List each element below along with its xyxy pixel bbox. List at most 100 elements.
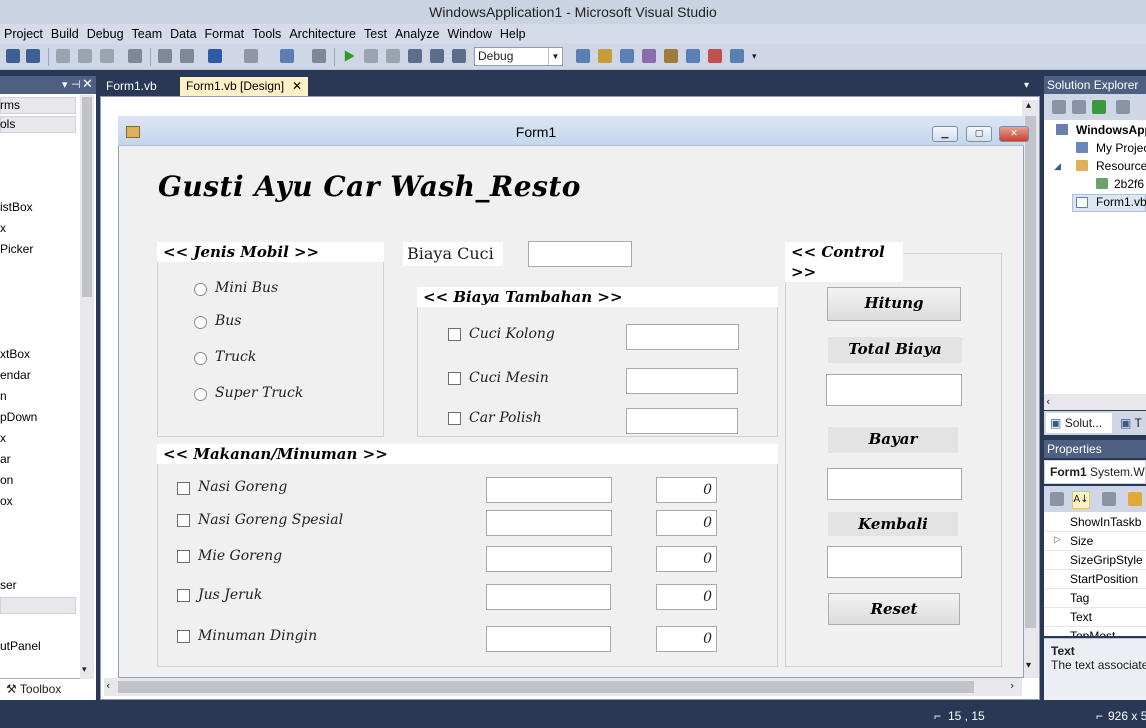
maximize-icon[interactable]: ▢ (966, 126, 992, 142)
radio-truck[interactable] (194, 352, 207, 365)
scroll-thumb[interactable] (82, 97, 92, 297)
toolbox-item[interactable]: utPanel (0, 639, 41, 653)
resources-node[interactable]: Resources (1096, 159, 1146, 173)
properties-object-select[interactable]: Form1 System.Wi (1044, 460, 1146, 484)
menu-format[interactable]: Format (203, 27, 251, 41)
toolbox-item[interactable]: on (0, 473, 13, 487)
project-node[interactable]: WindowsApp (1076, 123, 1146, 137)
step-out-icon[interactable] (452, 49, 466, 63)
menu-window[interactable]: Window (445, 27, 497, 41)
command-window-icon[interactable] (730, 49, 744, 63)
bayar-input[interactable] (827, 468, 962, 500)
nasi-goreng-qty-input[interactable]: 0 (656, 477, 717, 503)
scroll-right-icon[interactable]: › (1010, 679, 1014, 692)
undo-icon[interactable] (208, 49, 222, 63)
property-row[interactable]: Tag (1044, 589, 1146, 608)
toolbar-overflow-icon[interactable]: ▾ (752, 52, 757, 62)
property-row[interactable]: SizeGripStyle (1044, 551, 1146, 570)
expand-icon[interactable]: ◢ (1054, 161, 1061, 172)
cuci-mesin-input[interactable] (626, 368, 738, 394)
checkbox-jus-jeruk[interactable] (177, 589, 190, 602)
total-biaya-input[interactable] (826, 374, 962, 406)
close-icon[interactable]: ✕ (82, 76, 93, 94)
checkbox-cuci-kolong[interactable] (448, 328, 461, 341)
solution-explorer-icon[interactable] (598, 49, 612, 63)
nasi-goreng-price-input[interactable] (486, 477, 612, 503)
radio-bus[interactable] (194, 316, 207, 329)
events-icon[interactable] (1128, 492, 1142, 506)
toolbox-item[interactable]: x (0, 221, 6, 235)
toolbox-scrollbar[interactable]: ▾ (80, 95, 94, 679)
save-icon[interactable] (6, 49, 20, 63)
toolbox-item[interactable]: ox (0, 494, 13, 508)
close-icon[interactable]: ✕ (292, 77, 302, 96)
menu-debug[interactable]: Debug (85, 27, 130, 41)
cuci-kolong-input[interactable] (626, 324, 739, 350)
scroll-left-icon[interactable]: ‹ (106, 679, 110, 692)
property-row[interactable]: TopMost (1044, 627, 1146, 636)
menu-build[interactable]: Build (49, 27, 85, 41)
solution-config-select[interactable]: Debug ▼ (474, 47, 563, 66)
toolbox-icon[interactable] (664, 49, 678, 63)
mie-goreng-price-input[interactable] (486, 546, 612, 572)
delete-icon[interactable] (128, 49, 142, 63)
menu-analyze[interactable]: Analyze (393, 27, 445, 41)
properties-icon[interactable] (1102, 492, 1116, 506)
cut-icon[interactable] (56, 49, 70, 63)
property-row[interactable]: StartPosition (1044, 570, 1146, 589)
save-all-icon[interactable] (26, 49, 40, 63)
vscroll-thumb[interactable] (1025, 116, 1036, 628)
redo-icon[interactable] (244, 49, 258, 63)
paste-icon[interactable] (100, 49, 114, 63)
comment-icon[interactable] (158, 49, 172, 63)
menu-test[interactable]: Test (362, 27, 393, 41)
step-over-icon[interactable] (430, 49, 444, 63)
radio-super-truck[interactable] (194, 388, 207, 401)
checkbox-car-polish[interactable] (448, 412, 461, 425)
checkbox-mie-goreng[interactable] (177, 550, 190, 563)
tab-solution-explorer[interactable]: ▣ Solut... (1046, 413, 1112, 433)
mie-goreng-qty-input[interactable]: 0 (656, 546, 717, 572)
properties-window-icon[interactable] (620, 49, 634, 63)
close-icon[interactable]: ✕ (999, 126, 1029, 142)
property-row[interactable]: Text (1044, 608, 1146, 627)
checkbox-nasi-goreng-spesial[interactable] (177, 514, 190, 527)
toolbox-item[interactable]: ar (0, 452, 11, 466)
start-debug-icon[interactable] (344, 50, 355, 62)
pause-icon[interactable] (364, 49, 378, 63)
view-code-icon[interactable] (1116, 100, 1130, 114)
radio-mini-bus[interactable] (194, 283, 207, 296)
refresh-icon[interactable] (1092, 100, 1106, 114)
find-icon[interactable] (312, 49, 326, 63)
property-row[interactable]: ShowInTaskb (1044, 513, 1146, 532)
toolbox-item[interactable]: Picker (0, 242, 33, 256)
toolbox-item[interactable]: pDown (0, 410, 37, 424)
checkbox-nasi-goreng[interactable] (177, 482, 190, 495)
menu-architecture[interactable]: Architecture (287, 27, 362, 41)
menu-team[interactable]: Team (130, 27, 169, 41)
properties-icon[interactable] (1052, 100, 1066, 114)
start-page-icon[interactable] (686, 49, 700, 63)
menu-data[interactable]: Data (168, 27, 202, 41)
form1-vb-node[interactable]: Form1.vb (1096, 195, 1146, 209)
tab-form1-vb[interactable]: Form1.vb (100, 77, 163, 96)
copy-icon[interactable] (78, 49, 92, 63)
toolbox-item[interactable]: rms (0, 98, 20, 112)
hitung-button[interactable]: Hitung (827, 287, 961, 321)
solution-explorer-hscrollbar[interactable]: ‹ (1044, 394, 1146, 410)
toolbox-item[interactable]: xtBox (0, 347, 30, 361)
my-project-node[interactable]: My Projec (1096, 141, 1146, 155)
toolbox-item[interactable]: ser (0, 578, 17, 592)
checkbox-minuman-dingin[interactable] (177, 630, 190, 643)
menu-tools[interactable]: Tools (250, 27, 287, 41)
toolbox-category[interactable] (0, 597, 76, 614)
menu-project[interactable]: Project (2, 27, 49, 41)
kembali-input[interactable] (827, 546, 962, 578)
property-row[interactable]: ▷ Size (1044, 532, 1146, 551)
uncomment-icon[interactable] (180, 49, 194, 63)
toolbox-item[interactable]: istBox (0, 200, 33, 214)
scroll-down-icon[interactable]: ▾ (82, 665, 87, 675)
navigate-icon[interactable] (280, 49, 294, 63)
hscroll-thumb[interactable] (118, 681, 974, 693)
tab-dropdown-icon[interactable]: ▾ (1024, 80, 1029, 91)
